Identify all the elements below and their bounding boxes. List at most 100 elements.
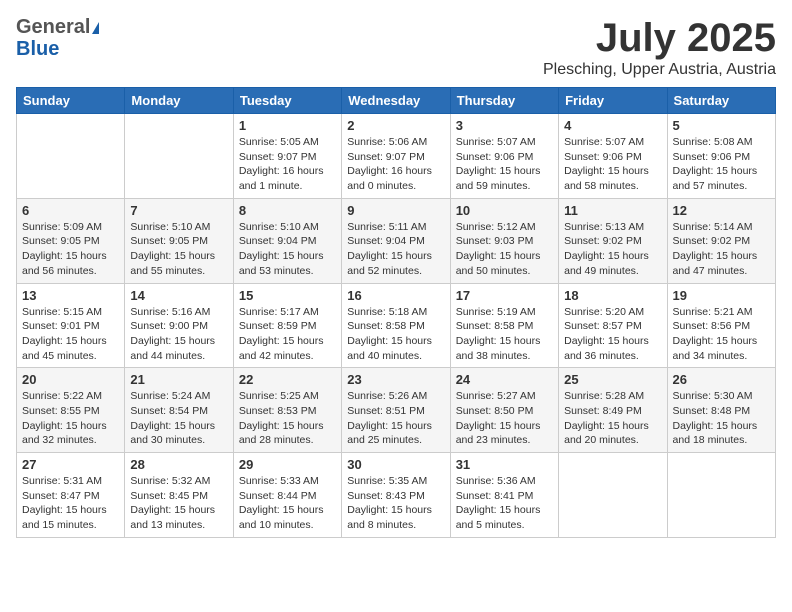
- logo-blue: Blue: [16, 38, 59, 60]
- calendar-cell-2-5: 10 Sunrise: 5:12 AM Sunset: 9:03 PM Dayli…: [450, 198, 558, 283]
- week-row-3: 13Sunrise: 5:15 AM Sunset: 9:01 PM Dayli…: [17, 283, 776, 368]
- day-number: 9: [347, 203, 444, 218]
- day-info: Sunrise: 5:35 AM Sunset: 8:43 PM Dayligh…: [347, 474, 444, 533]
- day-info: Sunrise: 5:14 AM Sunset: 9:02 PM Dayligh…: [673, 220, 770, 279]
- title-block: July 2025 Plesching, Upper Austria, Aust…: [543, 16, 776, 79]
- calendar-cell-3-4: 16 Sunrise: 5:18 AM Sunset: 8:58 PM Dayli…: [342, 283, 450, 368]
- day-info: Sunrise: 5:08 AM Sunset: 9:06 PM Dayligh…: [673, 135, 770, 194]
- calendar-cell-5-6: [559, 453, 667, 538]
- calendar-cell-2-1: 6Sunrise: 5:09 AM Sunset: 9:05 PM Daylig…: [17, 198, 125, 283]
- day-info: Sunrise: 5:05 AM Sunset: 9:07 PM Dayligh…: [239, 135, 336, 194]
- calendar-table: Sunday Monday Tuesday Wednesday Thursday…: [16, 87, 776, 538]
- header-friday: Friday: [559, 88, 667, 114]
- day-number: 11: [564, 203, 661, 218]
- day-info: Sunrise: 5:17 AM Sunset: 8:59 PM Dayligh…: [239, 305, 336, 364]
- calendar-cell-1-3: 1 Sunrise: 5:05 AM Sunset: 9:07 PM Daylig…: [233, 114, 341, 199]
- day-info: Sunrise: 5:28 AM Sunset: 8:49 PM Dayligh…: [564, 389, 661, 448]
- day-number: 1: [239, 118, 336, 133]
- day-number: 3: [456, 118, 553, 133]
- day-number: 12: [673, 203, 770, 218]
- calendar-cell-2-2: 7 Sunrise: 5:10 AM Sunset: 9:05 PM Daylig…: [125, 198, 233, 283]
- day-info: Sunrise: 5:07 AM Sunset: 9:06 PM Dayligh…: [564, 135, 661, 194]
- calendar-cell-3-5: 17 Sunrise: 5:19 AM Sunset: 8:58 PM Dayli…: [450, 283, 558, 368]
- day-number: 18: [564, 288, 661, 303]
- calendar-cell-3-6: 18 Sunrise: 5:20 AM Sunset: 8:57 PM Dayli…: [559, 283, 667, 368]
- day-info: Sunrise: 5:10 AM Sunset: 9:05 PM Dayligh…: [130, 220, 227, 279]
- day-number: 8: [239, 203, 336, 218]
- day-info: Sunrise: 5:26 AM Sunset: 8:51 PM Dayligh…: [347, 389, 444, 448]
- calendar-cell-2-6: 11Sunrise: 5:13 AM Sunset: 9:02 PM Dayli…: [559, 198, 667, 283]
- day-number: 20: [22, 372, 119, 387]
- calendar-title: July 2025: [543, 16, 776, 61]
- day-info: Sunrise: 5:22 AM Sunset: 8:55 PM Dayligh…: [22, 389, 119, 448]
- day-info: Sunrise: 5:16 AM Sunset: 9:00 PM Dayligh…: [130, 305, 227, 364]
- calendar-cell-4-6: 25 Sunrise: 5:28 AM Sunset: 8:49 PM Dayli…: [559, 368, 667, 453]
- calendar-cell-4-2: 21 Sunrise: 5:24 AM Sunset: 8:54 PM Dayli…: [125, 368, 233, 453]
- day-info: Sunrise: 5:20 AM Sunset: 8:57 PM Dayligh…: [564, 305, 661, 364]
- day-info: Sunrise: 5:24 AM Sunset: 8:54 PM Dayligh…: [130, 389, 227, 448]
- calendar-cell-5-3: 29Sunrise: 5:33 AM Sunset: 8:44 PM Dayli…: [233, 453, 341, 538]
- page-header: General Blue July 2025 Plesching, Upper …: [16, 16, 776, 79]
- header-saturday: Saturday: [667, 88, 775, 114]
- day-info: Sunrise: 5:06 AM Sunset: 9:07 PM Dayligh…: [347, 135, 444, 194]
- week-row-2: 6Sunrise: 5:09 AM Sunset: 9:05 PM Daylig…: [17, 198, 776, 283]
- day-info: Sunrise: 5:32 AM Sunset: 8:45 PM Dayligh…: [130, 474, 227, 533]
- calendar-cell-5-7: [667, 453, 775, 538]
- day-number: 14: [130, 288, 227, 303]
- calendar-cell-4-4: 23Sunrise: 5:26 AM Sunset: 8:51 PM Dayli…: [342, 368, 450, 453]
- day-info: Sunrise: 5:31 AM Sunset: 8:47 PM Dayligh…: [22, 474, 119, 533]
- calendar-cell-1-1: [17, 114, 125, 199]
- day-info: Sunrise: 5:19 AM Sunset: 8:58 PM Dayligh…: [456, 305, 553, 364]
- calendar-cell-4-1: 20 Sunrise: 5:22 AM Sunset: 8:55 PM Dayli…: [17, 368, 125, 453]
- week-row-4: 20 Sunrise: 5:22 AM Sunset: 8:55 PM Dayli…: [17, 368, 776, 453]
- calendar-cell-1-2: [125, 114, 233, 199]
- day-info: Sunrise: 5:21 AM Sunset: 8:56 PM Dayligh…: [673, 305, 770, 364]
- weekday-header-row: Sunday Monday Tuesday Wednesday Thursday…: [17, 88, 776, 114]
- calendar-cell-5-1: 27 Sunrise: 5:31 AM Sunset: 8:47 PM Dayli…: [17, 453, 125, 538]
- calendar-location: Plesching, Upper Austria, Austria: [543, 61, 776, 79]
- day-number: 27: [22, 457, 119, 472]
- calendar-cell-3-1: 13Sunrise: 5:15 AM Sunset: 9:01 PM Dayli…: [17, 283, 125, 368]
- calendar-cell-1-7: 5 Sunrise: 5:08 AM Sunset: 9:06 PM Daylig…: [667, 114, 775, 199]
- calendar-cell-4-3: 22Sunrise: 5:25 AM Sunset: 8:53 PM Dayli…: [233, 368, 341, 453]
- calendar-cell-5-5: 31 Sunrise: 5:36 AM Sunset: 8:41 PM Dayli…: [450, 453, 558, 538]
- day-info: Sunrise: 5:10 AM Sunset: 9:04 PM Dayligh…: [239, 220, 336, 279]
- day-info: Sunrise: 5:11 AM Sunset: 9:04 PM Dayligh…: [347, 220, 444, 279]
- week-row-1: 1 Sunrise: 5:05 AM Sunset: 9:07 PM Daylig…: [17, 114, 776, 199]
- logo-text: General Blue: [16, 16, 99, 60]
- day-number: 25: [564, 372, 661, 387]
- day-number: 24: [456, 372, 553, 387]
- day-info: Sunrise: 5:36 AM Sunset: 8:41 PM Dayligh…: [456, 474, 553, 533]
- calendar-cell-4-7: 26Sunrise: 5:30 AM Sunset: 8:48 PM Dayli…: [667, 368, 775, 453]
- header-thursday: Thursday: [450, 88, 558, 114]
- day-number: 7: [130, 203, 227, 218]
- week-row-5: 27 Sunrise: 5:31 AM Sunset: 8:47 PM Dayli…: [17, 453, 776, 538]
- calendar-cell-1-5: 3Sunrise: 5:07 AM Sunset: 9:06 PM Daylig…: [450, 114, 558, 199]
- day-number: 28: [130, 457, 227, 472]
- day-number: 17: [456, 288, 553, 303]
- calendar-cell-5-2: 28 Sunrise: 5:32 AM Sunset: 8:45 PM Dayli…: [125, 453, 233, 538]
- header-monday: Monday: [125, 88, 233, 114]
- header-sunday: Sunday: [17, 88, 125, 114]
- calendar-cell-4-5: 24 Sunrise: 5:27 AM Sunset: 8:50 PM Dayli…: [450, 368, 558, 453]
- day-info: Sunrise: 5:12 AM Sunset: 9:03 PM Dayligh…: [456, 220, 553, 279]
- day-number: 21: [130, 372, 227, 387]
- day-info: Sunrise: 5:27 AM Sunset: 8:50 PM Dayligh…: [456, 389, 553, 448]
- day-info: Sunrise: 5:15 AM Sunset: 9:01 PM Dayligh…: [22, 305, 119, 364]
- day-info: Sunrise: 5:18 AM Sunset: 8:58 PM Dayligh…: [347, 305, 444, 364]
- day-number: 15: [239, 288, 336, 303]
- day-number: 31: [456, 457, 553, 472]
- day-number: 10: [456, 203, 553, 218]
- header-wednesday: Wednesday: [342, 88, 450, 114]
- day-number: 29: [239, 457, 336, 472]
- day-info: Sunrise: 5:30 AM Sunset: 8:48 PM Dayligh…: [673, 389, 770, 448]
- day-number: 5: [673, 118, 770, 133]
- logo: General Blue: [16, 16, 99, 60]
- calendar-cell-5-4: 30Sunrise: 5:35 AM Sunset: 8:43 PM Dayli…: [342, 453, 450, 538]
- day-number: 6: [22, 203, 119, 218]
- calendar-cell-3-7: 19Sunrise: 5:21 AM Sunset: 8:56 PM Dayli…: [667, 283, 775, 368]
- day-number: 2: [347, 118, 444, 133]
- day-number: 16: [347, 288, 444, 303]
- calendar-cell-3-3: 15 Sunrise: 5:17 AM Sunset: 8:59 PM Dayli…: [233, 283, 341, 368]
- calendar-cell-2-7: 12 Sunrise: 5:14 AM Sunset: 9:02 PM Dayli…: [667, 198, 775, 283]
